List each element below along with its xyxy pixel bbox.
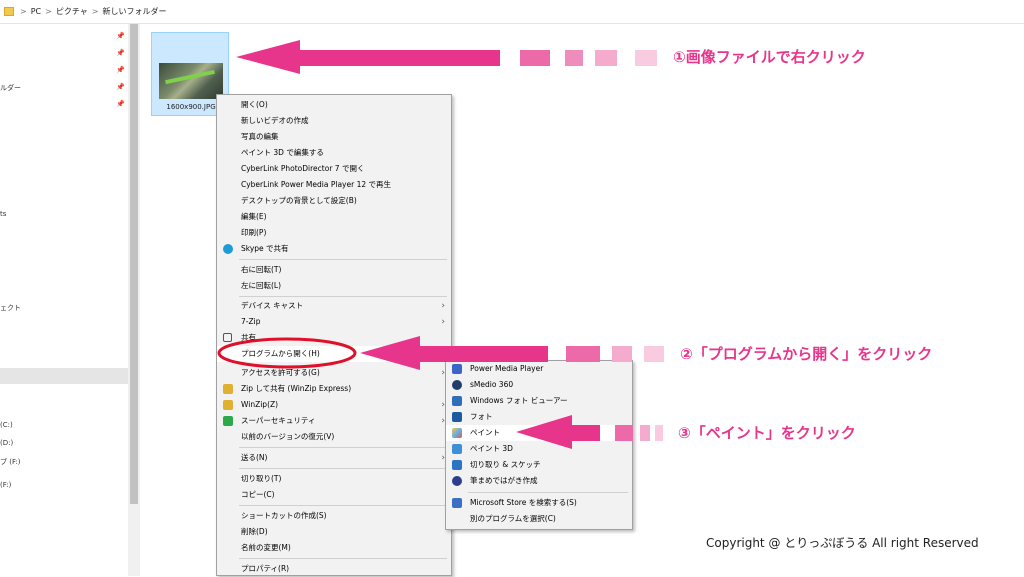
arrow-step1	[236, 40, 500, 74]
highlight-circle	[217, 337, 357, 369]
annotation-step1: ①画像ファイルで右クリック	[673, 48, 866, 66]
annotation-step2: ②「プログラムから開く」をクリック	[680, 345, 933, 363]
dash-strip-step1	[520, 50, 657, 66]
arrow-step2	[360, 336, 548, 370]
annotation-overlay	[217, 40, 664, 449]
annotation-step3: ③「ペイント」をクリック	[678, 424, 856, 442]
copyright-text: Copyright @ とりっぷぼうる All right Reserved	[706, 536, 979, 550]
arrow-step3	[516, 415, 600, 449]
dash-strip-step3	[615, 425, 663, 441]
dash-strip-step2	[566, 346, 664, 362]
